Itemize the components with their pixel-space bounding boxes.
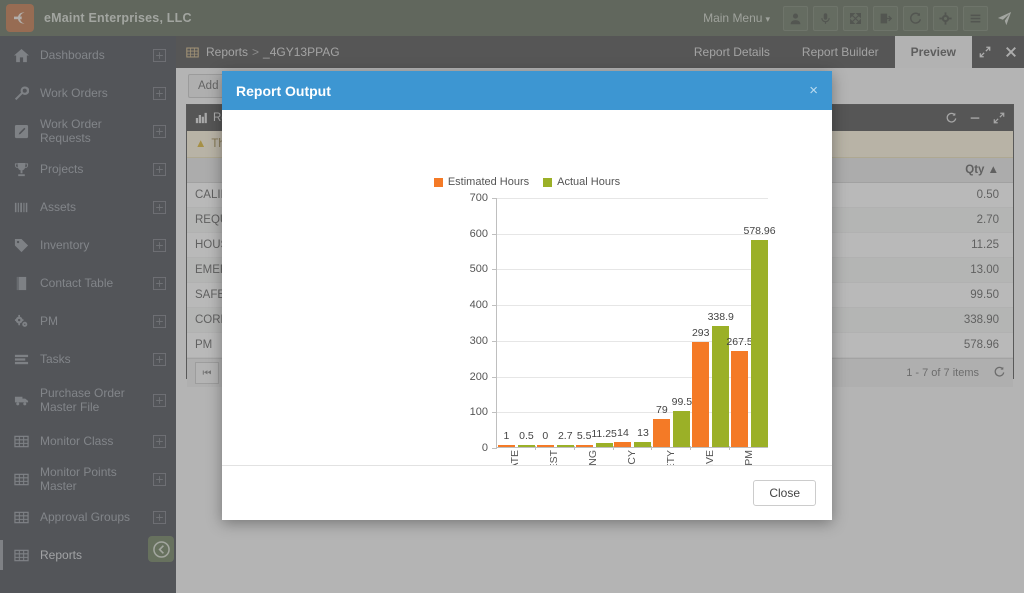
chart-bar-value-label: 267.5 (726, 336, 753, 349)
chart-bar-value-label: 1 (503, 430, 510, 442)
x-axis-category-label: PM (742, 450, 755, 465)
x-axis-category-label: HOUSEKEEPING (587, 450, 599, 465)
x-axis-tick (534, 446, 536, 450)
chart-bar-group: 267.5 578.96 (726, 197, 776, 447)
x-axis-category-label: CORRECTIVE (704, 450, 716, 465)
x-axis-category-label: EMERGENCY (626, 450, 638, 465)
x-axis-tick (729, 446, 731, 450)
x-axis-category-label: REQUEST (548, 450, 560, 465)
x-axis-category-label: SAFETY (665, 450, 677, 465)
chart-bar-group: 79 99.5 (652, 197, 692, 447)
y-axis-tick-label: 700 (469, 192, 488, 204)
legend-item-actual-hours: Actual Hours (543, 176, 620, 188)
chart-bar-group: 14 13 (614, 197, 653, 447)
legend-swatch (433, 177, 443, 187)
legend-item-estimated-hours: Estimated Hours (433, 176, 530, 188)
modal-footer: Close (222, 465, 832, 520)
report-output-modal: Report Output × Estimated Hours Actual H… (222, 71, 832, 520)
chart-bar[interactable]: 13 (634, 427, 652, 447)
chart-bar[interactable]: 267.5 (726, 336, 753, 447)
chart-bar-value-label: 79 (656, 403, 668, 416)
chart-bar[interactable]: 14 (614, 427, 632, 447)
chart-bar[interactable]: 2.7 (556, 430, 574, 447)
chart-bar-value-label: 2.7 (557, 430, 573, 442)
chart-bar-value-label: 578.96 (743, 225, 776, 238)
close-icon[interactable]: × (809, 83, 818, 98)
chart-bar[interactable]: 0.5 (517, 430, 535, 447)
x-axis-tick (690, 446, 692, 450)
x-axis-tick (573, 446, 575, 450)
chart-bar-group: 0 2.7 (536, 197, 575, 447)
chart-bar[interactable]: 578.96 (744, 225, 776, 447)
modal-header: Report Output × (222, 71, 832, 110)
y-axis-tick-label: 500 (469, 263, 488, 276)
y-axis-tick (492, 448, 497, 449)
legend-label: Actual Hours (557, 176, 621, 188)
chart-bar-value-label: 0 (542, 430, 549, 442)
modal-title: Report Output (236, 82, 331, 99)
chart-bar-value-label: 14 (617, 427, 629, 439)
chart-bar-value-label: 13 (637, 427, 649, 440)
chart-bar[interactable]: 5.5 (575, 430, 593, 447)
bar-chart: Estimated Hours Actual Hours 1 0.5 0 2.7 5.5… (222, 110, 832, 465)
chart-bar-group: 1 0.5 (497, 197, 536, 447)
chart-bar[interactable]: 11.25 (591, 428, 617, 447)
modal-body: Estimated Hours Actual Hours 1 0.5 0 2.7 5.5… (222, 110, 832, 465)
chart-bar[interactable]: 293 (692, 327, 709, 447)
chart-plot-area: 1 0.5 0 2.7 5.5 11.25 14 13 79 99.5 293 338.9 267.5 5… (492, 197, 776, 449)
legend-swatch (543, 177, 553, 187)
x-axis-tick (612, 446, 614, 450)
chart-legend: Estimated Hours Actual Hours (222, 176, 832, 188)
x-axis-tick (651, 446, 653, 450)
y-axis-tick-label: 100 (469, 406, 488, 419)
chart-bar-value-label: 293 (691, 327, 710, 340)
application-window: eMaint Enterprises, LLC Main Menu▾ Dashb… (0, 0, 1024, 593)
chart-bar-group: 293 338.9 (691, 197, 734, 447)
y-axis-tick-label: 400 (469, 299, 488, 312)
chart-bar[interactable]: 99.5 (672, 396, 692, 447)
y-axis-tick-label: 300 (469, 334, 488, 347)
y-axis-tick-label: 600 (469, 227, 488, 240)
legend-label: Estimated Hours (447, 176, 530, 188)
chart-bar[interactable]: 1 (497, 430, 515, 447)
chart-bar[interactable]: 79 (653, 404, 671, 447)
chart-bar-value-label: 0.5 (519, 430, 534, 442)
chart-bar-group: 5.5 11.25 (575, 197, 617, 447)
chart-bar-value-label: 99.5 (671, 396, 693, 409)
y-axis-tick-label: 200 (469, 370, 488, 383)
chart-bar[interactable]: 0 (536, 430, 554, 447)
y-axis-tick-label: 0 (481, 442, 488, 454)
x-axis-category-label: CALIBRATE (509, 450, 521, 465)
chart-bar-value-label: 5.5 (576, 430, 592, 442)
close-button[interactable]: Close (753, 480, 816, 506)
chart-x-axis: CALIBRATE REQUEST HOUSEKEEPING EMERGENCY SAF… (496, 446, 768, 465)
